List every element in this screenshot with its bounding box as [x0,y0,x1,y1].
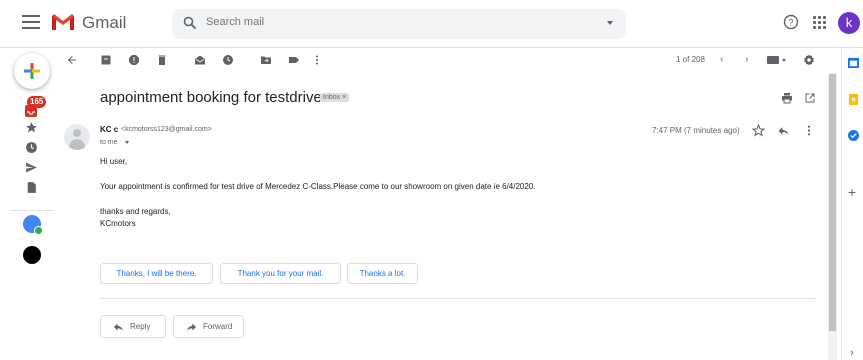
recipient-details[interactable]: to me [100,139,118,146]
reply-label: Reply [130,322,151,331]
compose-plus-icon [24,63,40,79]
more-options-icon[interactable] [314,54,320,66]
gmail-logo[interactable] [50,12,76,32]
divider [100,298,815,299]
smart-reply-button[interactable]: Thanks, I will be there. [100,263,213,284]
sender-avatar[interactable] [64,124,90,150]
snooze-icon[interactable] [222,54,234,66]
older-chevron-icon[interactable]: › [745,54,748,65]
smart-reply-button[interactable]: Thank you for your mail. [220,263,341,284]
search-bar[interactable] [172,9,626,39]
message-more-icon[interactable] [806,124,812,137]
input-tools-icon[interactable] [767,54,787,66]
expand-panel-chevron-icon[interactable]: › [850,347,854,359]
settings-gear-icon[interactable] [803,54,815,66]
reply-icon[interactable] [777,125,790,138]
search-input[interactable] [206,16,586,28]
show-details-icon[interactable] [125,141,129,144]
newer-chevron-icon[interactable]: ‹ [720,54,723,65]
print-icon[interactable] [781,92,793,104]
contact-avatar[interactable] [23,246,41,264]
tasks-icon[interactable] [848,130,859,141]
message-closing: thanks and regards, [100,207,171,216]
reply-icon [114,323,123,331]
hangouts-avatar-icon[interactable] [23,215,43,235]
svg-text:?: ? [788,18,793,28]
apps-grid-icon[interactable] [813,16,826,29]
main-menu-icon[interactable] [22,15,40,33]
mark-unread-icon[interactable] [194,54,206,66]
keep-icon[interactable] [848,94,859,105]
email-subject: appointment booking for testdrive [100,89,322,106]
message-toolbar: 1 of 208 ‹ › [60,48,828,73]
sent-icon[interactable] [25,161,38,174]
report-spam-icon[interactable] [128,54,140,66]
help-icon[interactable]: ? [783,14,799,30]
inbox-label-chip[interactable]: Inbox × [320,93,350,102]
calendar-icon[interactable] [848,57,859,68]
move-to-icon[interactable] [260,54,272,66]
app-name[interactable]: Gmail [82,13,126,33]
forward-label: Forward [203,322,233,331]
star-icon[interactable] [752,124,765,137]
message-timestamp: 7:47 PM (7 minutes ago) [652,126,740,135]
delete-icon[interactable] [156,54,168,66]
snoozed-icon[interactable] [25,141,38,154]
search-icon[interactable] [183,16,197,30]
message-signature: KCmotors [100,219,136,228]
compose-button[interactable] [14,53,50,89]
drafts-icon[interactable] [25,181,38,194]
message-greeting: Hi user, [100,157,128,166]
starred-icon[interactable] [25,121,38,134]
account-avatar[interactable]: k [838,12,860,34]
rail-divider [10,210,54,211]
unread-count-badge: 165 [27,96,47,108]
message-body: Your appointment is confirmed for test d… [100,182,536,191]
reply-button[interactable]: Reply [100,315,166,338]
search-options-icon[interactable] [607,21,613,25]
sender-email: <kcmotorss123@gmail.com> [121,126,212,133]
archive-icon[interactable] [100,54,112,66]
top-bar: Gmail ? k [0,0,863,48]
scrollbar-thumb[interactable] [829,74,836,331]
open-in-new-window-icon[interactable] [804,92,816,104]
forward-icon [187,323,196,331]
sender-name[interactable]: KC c [100,125,118,134]
page-count: 1 of 208 [676,55,705,64]
label-icon[interactable] [288,54,300,66]
forward-button[interactable]: Forward [173,315,244,338]
smart-reply-button[interactable]: Thanks a lot. [347,263,418,284]
add-ons-plus-icon[interactable]: + [848,184,856,200]
back-arrow-icon[interactable] [66,54,78,66]
